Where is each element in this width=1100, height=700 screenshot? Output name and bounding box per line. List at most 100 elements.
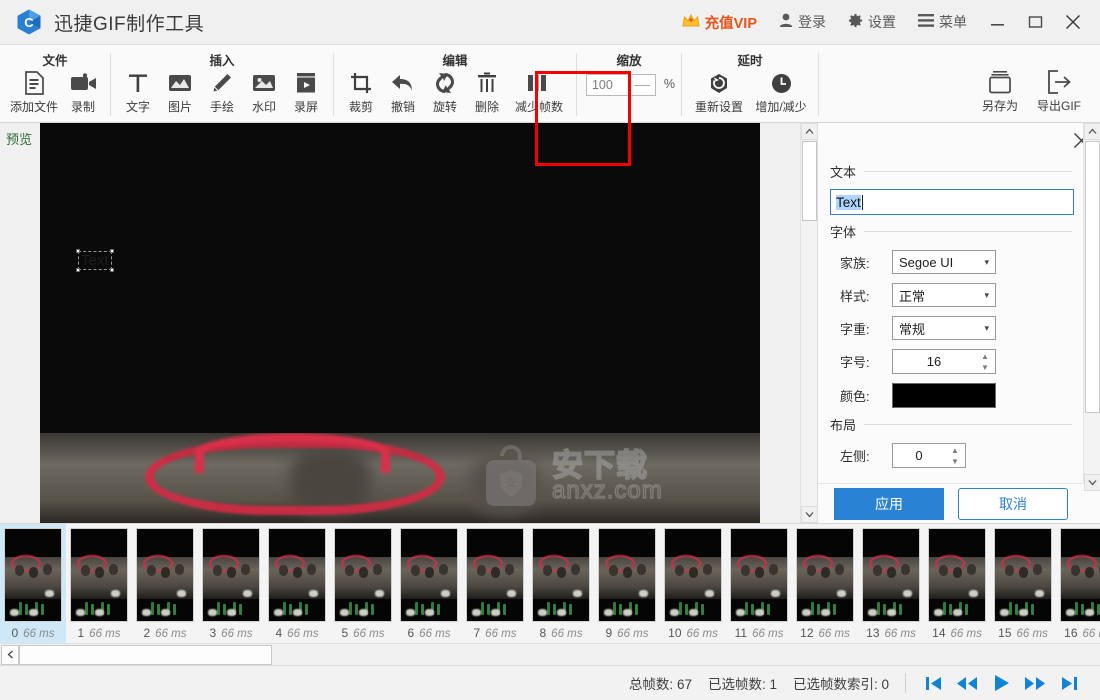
filmstrip-frame[interactable]: 0 66 ms [0,524,66,643]
zoom-input[interactable]: 100 [585,74,656,96]
scrollbar-thumb[interactable] [802,141,817,221]
filmstrip-frame[interactable]: 15 66 ms [990,524,1056,643]
font-size-stepper[interactable]: 16 ▲ ▼ [892,349,996,374]
stepper-down-icon[interactable]: ▼ [951,457,959,466]
filmstrip[interactable]: 0 66 ms 1 66 ms 2 66 ms 3 66 ms 4 66 ms 5 66 ms 6 66 … [0,523,1100,643]
frame-thumbnail [136,528,194,622]
resize-handle-sw[interactable] [76,268,80,272]
frame-delay: 66 ms [485,628,517,640]
filmstrip-frame[interactable]: 12 66 ms [792,524,858,643]
filmstrip-frame[interactable]: 5 66 ms [330,524,396,643]
apply-button[interactable]: 应用 [834,487,944,520]
stepper-up-icon[interactable]: ▲ [951,446,959,455]
frame-delay: 66 ms [1082,628,1100,640]
filmstrip-horizontal-scrollbar[interactable] [0,643,1100,665]
skip-last-icon[interactable] [1052,666,1086,700]
scroll-down-icon[interactable] [1084,474,1100,491]
group-title-delay: 延时 [737,54,763,68]
record-camera-icon [70,70,97,96]
watermark-button[interactable]: 水印 [243,67,285,115]
play-icon[interactable] [984,666,1018,700]
text-input[interactable]: Text [830,189,1074,215]
filmstrip-frame[interactable]: 9 66 ms [594,524,660,643]
font-family-select[interactable]: Segoe UI ▾ [892,250,996,274]
stepper-arrows[interactable]: ▲ ▼ [975,350,995,373]
filmstrip-frame[interactable]: 1 66 ms [66,524,132,643]
resize-handle-nw[interactable] [76,249,80,253]
frame-thumbnail [70,528,128,622]
vip-button[interactable]: 充值VIP [671,0,768,45]
insert-text-button[interactable]: 文字 [117,67,159,115]
font-size-value: 16 [926,354,942,369]
scroll-down-icon[interactable] [801,506,818,523]
left-stepper[interactable]: 0 ▲ ▼ [892,443,966,468]
filmstrip-frame[interactable]: 14 66 ms [924,524,990,643]
fast-forward-icon[interactable] [1018,666,1052,700]
preview-vertical-scrollbar[interactable] [800,123,818,523]
group-title-file: 文件 [42,54,68,68]
resize-handle-ne[interactable] [109,249,114,253]
font-weight-label: 字重: [840,321,870,337]
menu-button[interactable]: 菜单 [907,0,978,45]
rotate-button[interactable]: 旋转 [424,67,466,115]
scrollbar-thumb[interactable] [1085,141,1100,413]
preview-canvas[interactable]: 安 安下载 anxz.com Text [40,123,760,523]
reduce-frames-label: 减少帧数 [514,100,563,114]
filmstrip-frame[interactable]: 10 66 ms [660,524,726,643]
draw-button[interactable]: 手绘 [201,67,243,115]
record-button[interactable]: 录制 [62,67,104,115]
font-style-select[interactable]: 正常 ▾ [892,283,996,307]
text-overlay-selection[interactable]: Text [76,249,114,272]
stepper-down-icon[interactable]: ▼ [981,363,989,372]
color-swatch[interactable] [892,383,996,408]
cancel-button[interactable]: 取消 [957,487,1068,520]
stepper-arrows[interactable]: ▲ ▼ [945,444,965,467]
frame-thumbnail [862,528,920,622]
reduce-frames-button[interactable]: 减少帧数 [508,67,570,115]
zoom-slider-handle[interactable] [633,84,650,86]
stepper-up-icon[interactable]: ▲ [981,352,989,361]
filmstrip-frame[interactable]: 4 66 ms [264,524,330,643]
undo-button[interactable]: 撤销 [382,67,424,115]
scrollbar-thumb[interactable] [19,644,272,665]
title-bar: C 迅捷GIF制作工具 充值VIP 登录 设置 菜单 [0,0,1100,45]
font-weight-select[interactable]: 常规 ▾ [892,316,996,340]
settings-button[interactable]: 设置 [837,0,907,45]
screen-record-button[interactable]: 录屏 [285,67,327,115]
filmstrip-frame[interactable]: 6 66 ms [396,524,462,643]
maximize-icon[interactable] [1016,0,1054,45]
reset-delay-button[interactable]: 重新设置 [688,67,750,115]
filmstrip-frame[interactable]: 7 66 ms [462,524,528,643]
skip-first-icon[interactable] [916,666,950,700]
login-button[interactable]: 登录 [768,0,837,45]
frame-thumbnail [532,528,590,622]
delete-button[interactable]: 删除 [466,67,508,115]
watermark-overlay: 安 安下载 anxz.com [480,428,710,523]
scroll-up-icon[interactable] [1084,123,1100,140]
filmstrip-frame[interactable]: 13 66 ms [858,524,924,643]
clock-icon [771,70,792,96]
scroll-left-icon[interactable] [1,644,19,665]
panel-vertical-scrollbar[interactable] [1083,123,1100,491]
filmstrip-frame[interactable]: 8 66 ms [528,524,594,643]
bag-shield-icon: 安 [480,444,542,508]
rotate-label: 旋转 [432,100,457,114]
crop-label: 裁剪 [348,100,373,114]
field-left: 左侧: 0 ▲ ▼ [840,443,1072,468]
rewind-icon[interactable] [950,666,984,700]
resize-handle-se[interactable] [109,268,114,272]
crop-button[interactable]: 裁剪 [340,67,382,115]
filmstrip-frame[interactable]: 3 66 ms [198,524,264,643]
insert-image-button[interactable]: 图片 [159,67,201,115]
minimize-icon[interactable] [978,0,1016,45]
save-as-button[interactable]: 另存为 [972,66,1028,114]
close-icon[interactable] [1054,0,1092,45]
scroll-up-icon[interactable] [801,123,818,140]
export-gif-button[interactable]: 导出GIF [1028,66,1090,114]
adjust-delay-button[interactable]: 增加/减少 [750,67,812,115]
filmstrip-frame[interactable]: 2 66 ms [132,524,198,643]
filmstrip-frame[interactable]: 11 66 ms [726,524,792,643]
add-file-button[interactable]: 添加文件 [6,67,62,115]
font-family-value: Segoe UI [899,254,954,270]
filmstrip-frame[interactable]: 16 66 ms [1056,524,1100,643]
